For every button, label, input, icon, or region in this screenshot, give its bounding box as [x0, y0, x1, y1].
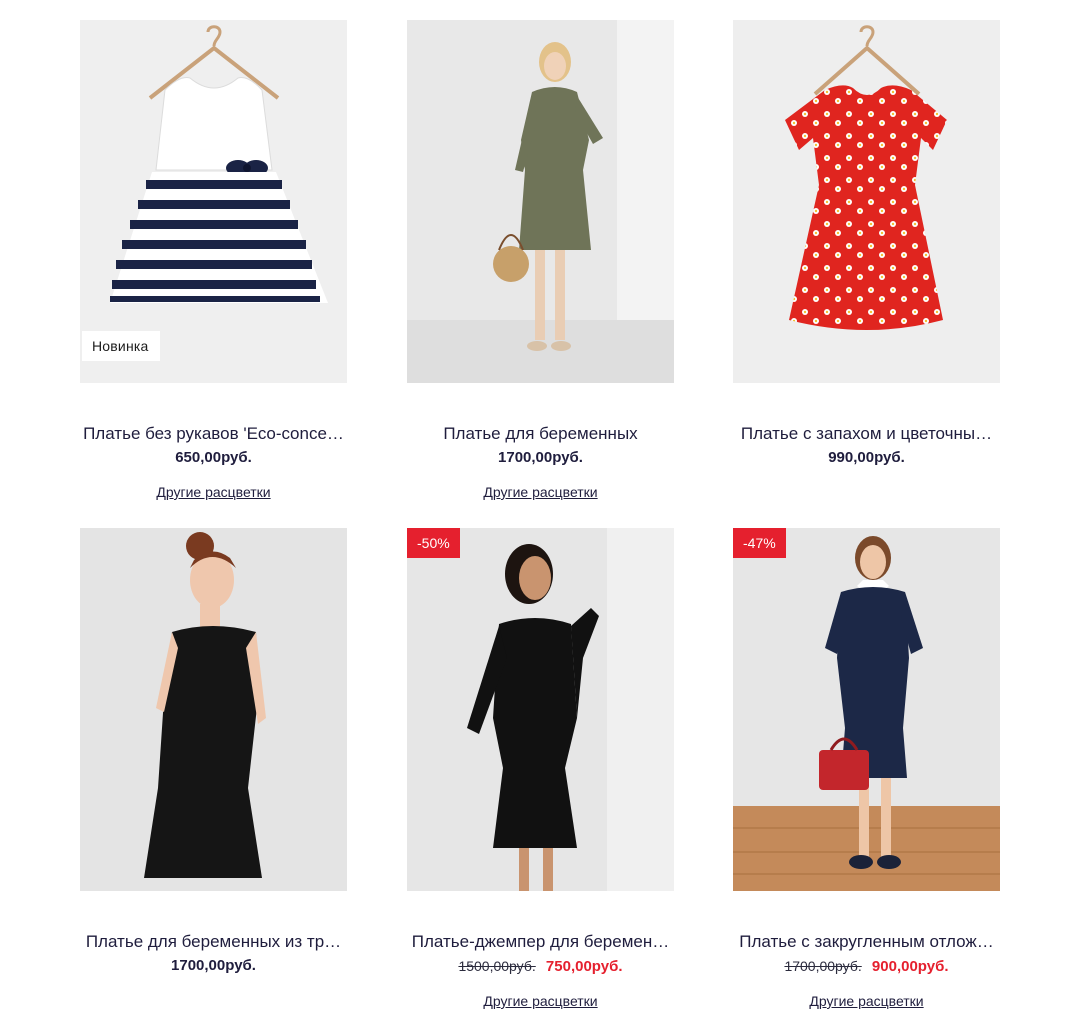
other-colors-link[interactable]: Другие расцветки	[407, 484, 674, 500]
product-image[interactable]	[80, 528, 347, 891]
striped-dress-on-hanger-icon	[80, 20, 347, 383]
other-colors-link[interactable]: Другие расцветки	[733, 993, 1000, 1009]
sale-price: 750,00руб.	[545, 958, 623, 975]
product-grid: Новинка Платье без рукавов 'Eco-conce… 6…	[0, 0, 1080, 1022]
product-image[interactable]: -47%	[733, 528, 1000, 891]
product-card[interactable]: Платье с запахом и цветочны… 990,00руб.	[733, 20, 1000, 467]
product-title[interactable]: Платье для беременных из тр…	[80, 932, 347, 952]
product-price: 650,00руб.	[80, 449, 347, 467]
product-card[interactable]: -47% Платье с закругленным отлож… 1700,0…	[733, 528, 1000, 1009]
product-price: 1700,00руб.	[80, 957, 347, 975]
other-colors-link[interactable]: Другие расцветки	[80, 484, 347, 500]
product-price: 1500,00руб. 750,00руб.	[407, 957, 674, 976]
old-price: 1500,00руб.	[458, 958, 536, 974]
discount-badge: -47%	[733, 528, 786, 558]
price: 1700,00руб.	[171, 957, 256, 974]
product-title[interactable]: Платье с закругленным отлож…	[733, 932, 1000, 952]
product-title[interactable]: Платье без рукавов 'Eco-conce…	[80, 424, 347, 444]
product-card[interactable]: Новинка Платье без рукавов 'Eco-conce… 6…	[80, 20, 347, 500]
product-image[interactable]	[407, 20, 674, 383]
product-price: 1700,00руб. 900,00руб.	[733, 957, 1000, 976]
sale-price: 900,00руб.	[871, 958, 949, 975]
product-price: 1700,00руб.	[407, 449, 674, 467]
product-card[interactable]: Платье для беременных 1700,00руб. Другие…	[407, 20, 674, 500]
product-image[interactable]	[733, 20, 1000, 383]
price: 1700,00руб.	[498, 449, 583, 466]
product-price: 990,00руб.	[733, 449, 1000, 467]
product-image[interactable]: Новинка	[80, 20, 347, 383]
product-title[interactable]: Платье-джемпер для беремен…	[407, 932, 674, 952]
product-title[interactable]: Платье с запахом и цветочны…	[733, 424, 1000, 444]
new-badge: Новинка	[82, 331, 160, 361]
model-in-khaki-shirt-dress-icon	[407, 20, 674, 383]
red-floral-dress-on-hanger-icon	[733, 20, 1000, 383]
product-card[interactable]: -50% Платье-джемпер для беремен… 1500,00…	[407, 528, 674, 1009]
discount-badge: -50%	[407, 528, 460, 558]
other-colors-link[interactable]: Другие расцветки	[407, 993, 674, 1009]
model-in-black-dress-back-view-icon	[80, 528, 347, 891]
price: 650,00руб.	[175, 449, 252, 466]
product-image[interactable]: -50%	[407, 528, 674, 891]
product-card[interactable]: Платье для беременных из тр… 1700,00руб.	[80, 528, 347, 975]
product-title[interactable]: Платье для беременных	[407, 424, 674, 444]
model-in-black-jumper-dress-icon	[407, 528, 674, 891]
model-in-navy-dress-with-red-bag-icon	[733, 528, 1000, 891]
price: 990,00руб.	[828, 449, 905, 466]
old-price: 1700,00руб.	[784, 958, 862, 974]
